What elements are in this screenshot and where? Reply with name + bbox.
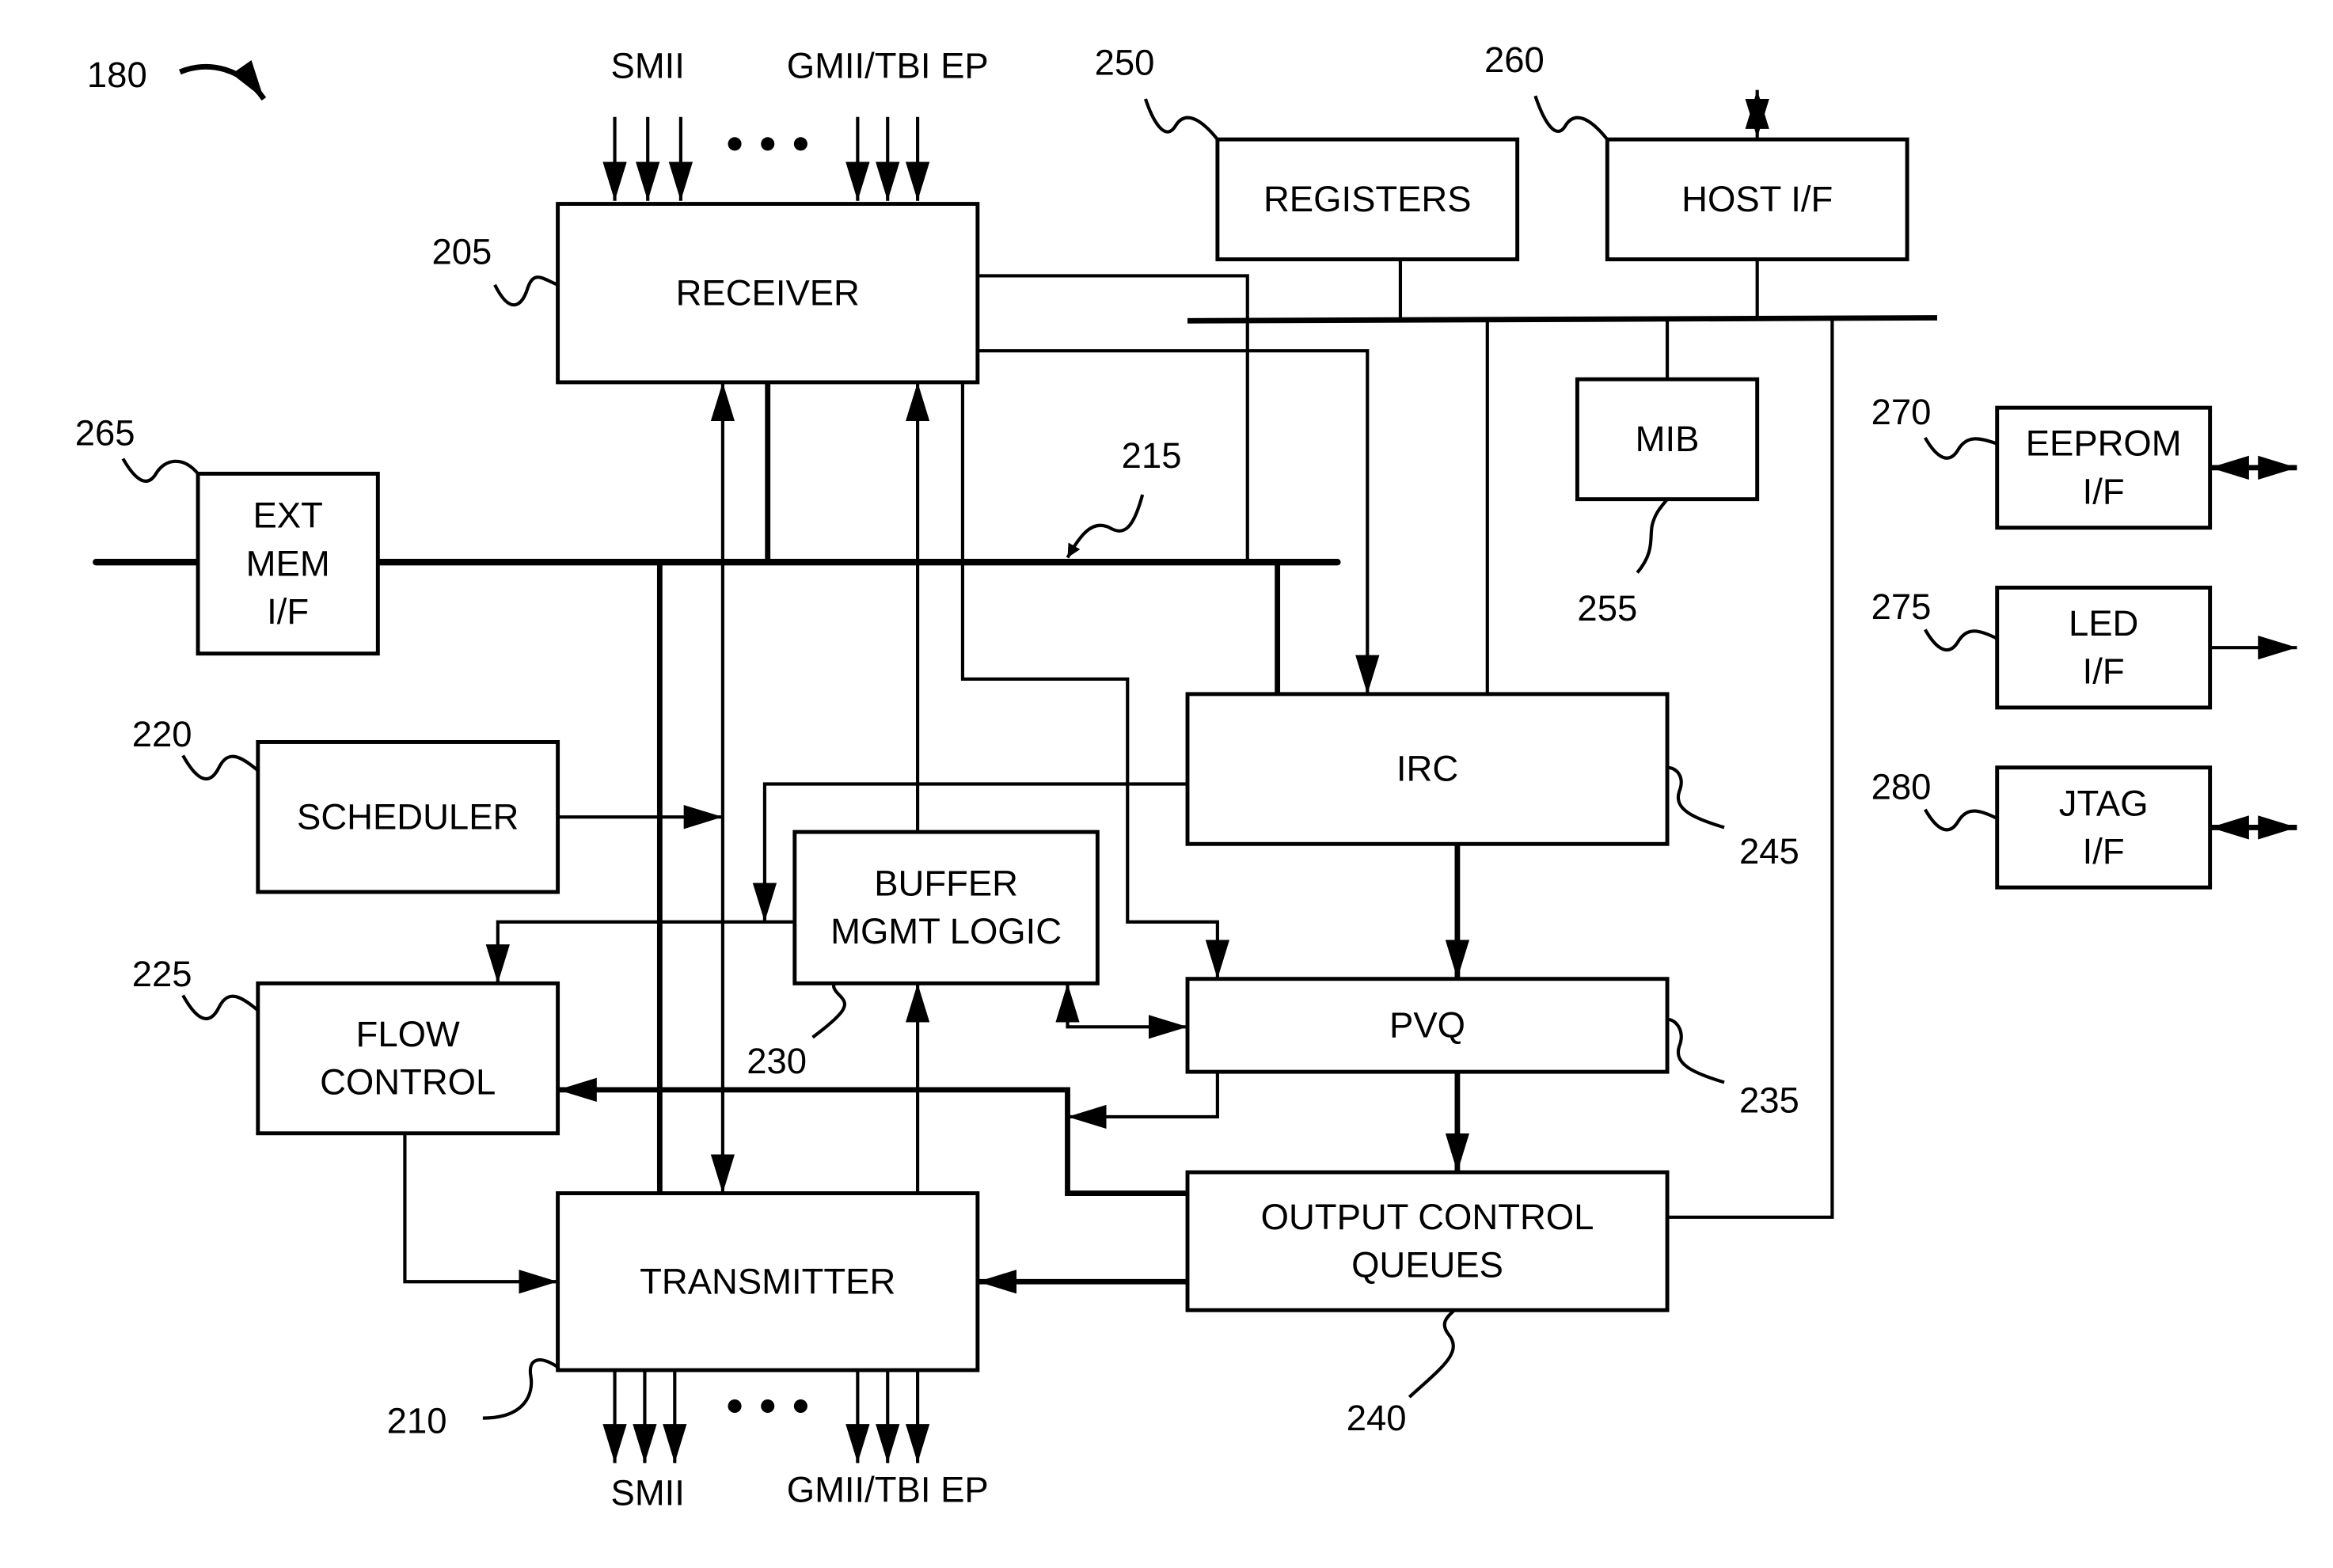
mib-ref-number: 255: [1577, 588, 1637, 628]
output-queues-ref-leader: [1408, 1308, 1456, 1399]
jtag-if-label: I/F: [2083, 831, 2125, 871]
output-queues-block: OUTPUT CONTROL QUEUES 240: [1185, 1170, 1670, 1438]
flow-control-label: CONTROL: [320, 1062, 496, 1103]
host-if-block: HOST I/F 260: [1484, 40, 1909, 262]
output-label-gmii: GMII/TBI EP: [787, 1470, 989, 1510]
buffer-mgmt-box: [792, 830, 1100, 985]
pvq-label: PVQ: [1389, 1005, 1465, 1046]
jtag-if-ref-number: 280: [1871, 766, 1932, 807]
irc-ref-number: 245: [1739, 831, 1799, 871]
flow-control-box: [256, 981, 560, 1136]
buffer-mgmt-label: BUFFER: [874, 864, 1018, 904]
buffer-mgmt-ref-leader: [811, 981, 846, 1039]
transmitter-label: TRANSMITTER: [640, 1261, 895, 1301]
bus-ref-number: 215: [1122, 435, 1182, 476]
buffer-to-flow-control-arrow: [485, 920, 795, 984]
input-label-gmii: GMII/TBI EP: [787, 45, 989, 85]
scheduler-ref-leader: [181, 754, 260, 780]
receiver-label: RECEIVER: [676, 272, 860, 313]
ocq-to-flow-control-arrow: [557, 1077, 1188, 1196]
transmitter-output-arrows: [602, 1370, 930, 1464]
input-label-smii: SMII: [611, 45, 685, 85]
output-queues-ref-number: 240: [1347, 1398, 1407, 1438]
registers-block: REGISTERS 250: [1095, 43, 1520, 262]
led-if-label: I/F: [2083, 651, 2125, 692]
registers-label: REGISTERS: [1263, 179, 1472, 219]
ext-mem-if-label: I/F: [267, 591, 309, 632]
eeprom-if-block: EEPROM I/F 270: [1871, 392, 2213, 530]
ext-mem-if-block: EXT MEM I/F 265: [75, 412, 380, 656]
receiver-block: RECEIVER 205: [431, 202, 980, 385]
block-diagram: 180 SMII GMII/TBI EP SMII GMII/TBI EP RE…: [75, 40, 2297, 1513]
mib-ref-leader: [1636, 498, 1669, 574]
receiver-input-arrows: [602, 116, 930, 201]
irc-ref-leader: [1666, 765, 1725, 830]
receiver-ref-number: 205: [431, 231, 492, 271]
jtag-if-label: JTAG: [2059, 783, 2149, 823]
host-if-label: HOST I/F: [1681, 179, 1833, 219]
pvq-ref-number: 235: [1739, 1080, 1799, 1120]
eeprom-if-label: I/F: [2083, 471, 2125, 511]
ext-mem-if-ref-number: 265: [75, 412, 135, 453]
buffer-mgmt-label: MGMT LOGIC: [830, 911, 1062, 951]
scheduler-ref-number: 220: [132, 714, 192, 754]
led-if-ref-leader: [1923, 628, 1998, 652]
mib-label: MIB: [1636, 419, 1700, 459]
ellipsis-icon: [728, 1399, 807, 1413]
output-queues-label: QUEUES: [1351, 1245, 1503, 1285]
flow-control-to-transmitter-arrow: [403, 1133, 558, 1294]
flow-control-label: FLOW: [356, 1014, 460, 1054]
buffer-mgmt-ref-number: 230: [747, 1041, 807, 1081]
receiver-ref-leader: [493, 275, 559, 307]
host-if-ref-number: 260: [1484, 40, 1545, 80]
eeprom-if-label: EEPROM: [2026, 423, 2182, 464]
buffer-pvq-arrow: [1055, 983, 1188, 1039]
receiver-to-irc-arrow: [977, 349, 1380, 694]
ext-mem-if-label: EXT: [253, 495, 322, 536]
registers-ref-number: 250: [1095, 43, 1155, 83]
led-if-block: LED I/F 275: [1871, 585, 2213, 710]
flow-control-ref-leader: [181, 994, 260, 1021]
registers-ref-leader: [1144, 98, 1219, 141]
pvq-ref-leader: [1666, 1017, 1725, 1084]
output-queues-box: [1185, 1170, 1670, 1312]
buffer-mgmt-block: BUFFER MGMT LOGIC 230: [747, 830, 1100, 1081]
scheduler-label: SCHEDULER: [297, 796, 519, 837]
figure-ref-arrow: [179, 59, 267, 101]
pvq-feedback-arrow: [1067, 1072, 1219, 1129]
ellipsis-icon: [728, 137, 807, 151]
led-if-ref-number: 275: [1871, 587, 1932, 627]
mib-block: MIB 255: [1575, 377, 1760, 628]
jtag-if-block: JTAG I/F 280: [1871, 765, 2213, 890]
led-if-label: LED: [2069, 603, 2138, 644]
ext-mem-if-label: MEM: [246, 543, 330, 583]
output-queues-label: OUTPUT CONTROL: [1261, 1197, 1594, 1237]
host-bus: [1187, 315, 1937, 324]
scheduler-block: SCHEDULER 220: [132, 714, 560, 894]
flow-control-ref-number: 225: [132, 954, 192, 994]
pvq-block: PVQ 235: [1185, 977, 1799, 1120]
irc-label: IRC: [1396, 749, 1458, 789]
ext-mem-if-ref-leader: [121, 457, 199, 483]
irc-block: IRC 245: [1185, 692, 1799, 871]
jtag-if-ref-leader: [1923, 808, 1998, 832]
transmitter-ref-number: 210: [387, 1401, 447, 1441]
transmitter-ref-leader: [482, 1358, 559, 1420]
host-if-ref-leader: [1533, 95, 1609, 141]
eeprom-if-ref-number: 270: [1871, 392, 1932, 432]
eeprom-if-ref-leader: [1923, 436, 1998, 460]
figure-ref-label: 180: [87, 55, 147, 95]
output-label-smii: SMII: [611, 1472, 685, 1513]
flow-control-block: FLOW CONTROL 225: [132, 954, 560, 1136]
bus-ref-leader: [1066, 494, 1145, 559]
